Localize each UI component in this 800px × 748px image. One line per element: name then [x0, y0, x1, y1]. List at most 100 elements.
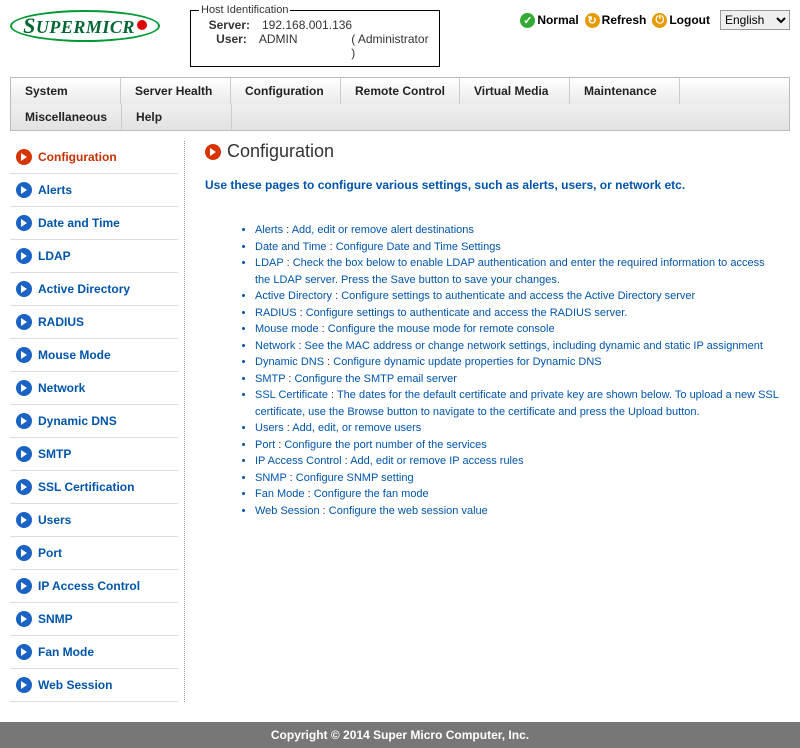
desc-item-key[interactable]: IP Access Control [255, 455, 342, 467]
sidebar-item-label: Configuration [38, 150, 117, 164]
sidebar: Configuration Alerts Date and Time LDAP Acti… [10, 141, 185, 702]
arrow-right-icon [16, 677, 32, 693]
desc-item: IP Access Control : Add, edit or remove … [255, 453, 780, 470]
user-value: ADMIN [251, 32, 345, 60]
sidebar-item-label: RADIUS [38, 315, 84, 329]
logout-link[interactable]: Logout [669, 13, 710, 27]
desc-item-key[interactable]: Alerts [255, 224, 283, 236]
menu-item-remote-control[interactable]: Remote Control [341, 78, 460, 104]
arrow-right-icon [205, 144, 221, 160]
arrow-right-icon [16, 248, 32, 264]
arrow-right-icon [16, 644, 32, 660]
sidebar-item-users[interactable]: Users [10, 504, 178, 537]
desc-item-text: Configure the SMTP email server [295, 373, 457, 385]
desc-item-text: Configure the fan mode [314, 488, 429, 500]
menu-row-2: MiscellaneousHelp [11, 104, 789, 130]
desc-item-text: Configure the mouse mode for remote cons… [328, 323, 555, 335]
desc-item-text: The dates for the default certificate an… [255, 389, 778, 418]
sidebar-item-label: Web Session [38, 678, 112, 692]
desc-item-key[interactable]: Web Session [255, 505, 320, 517]
desc-item-key[interactable]: Dynamic DNS [255, 356, 324, 368]
sidebar-item-ssl-certification[interactable]: SSL Certification [10, 471, 178, 504]
desc-item-key[interactable]: Fan Mode [255, 488, 305, 500]
desc-item: Port : Configure the port number of the … [255, 437, 780, 454]
sidebar-item-label: SMTP [38, 447, 71, 461]
server-value: 192.168.001.136 [254, 18, 354, 32]
desc-item-key[interactable]: Mouse mode [255, 323, 319, 335]
page-title-text: Configuration [227, 141, 334, 162]
arrow-right-icon [16, 479, 32, 495]
desc-item-key[interactable]: RADIUS [255, 307, 297, 319]
sidebar-item-label: Active Directory [38, 282, 130, 296]
desc-item-key[interactable]: Port [255, 439, 275, 451]
sidebar-item-smtp[interactable]: SMTP [10, 438, 178, 471]
sidebar-item-alerts[interactable]: Alerts [10, 174, 178, 207]
desc-item: Date and Time : Configure Date and Time … [255, 239, 780, 256]
desc-item: Alerts : Add, edit or remove alert desti… [255, 222, 780, 239]
menu-item-virtual-media[interactable]: Virtual Media [460, 78, 570, 104]
arrow-right-icon [16, 512, 32, 528]
desc-item: Users : Add, edit, or remove users [255, 420, 780, 437]
sidebar-item-snmp[interactable]: SNMP [10, 603, 178, 636]
sidebar-item-label: Date and Time [38, 216, 120, 230]
desc-item-key[interactable]: SMTP [255, 373, 285, 385]
arrow-right-icon [16, 182, 32, 198]
sidebar-item-date-and-time[interactable]: Date and Time [10, 207, 178, 240]
desc-item-key[interactable]: Active Directory [255, 290, 332, 302]
desc-item: SNMP : Configure SNMP setting [255, 470, 780, 487]
host-id-legend: Host Identification [199, 4, 290, 16]
desc-item-key[interactable]: LDAP [255, 257, 284, 269]
arrow-right-icon [16, 380, 32, 396]
sidebar-item-web-session[interactable]: Web Session [10, 669, 178, 702]
desc-item-key[interactable]: Network [255, 340, 295, 352]
sidebar-item-radius[interactable]: RADIUS [10, 306, 178, 339]
page-title: Configuration [205, 141, 780, 162]
desc-item-text: Configure SNMP setting [296, 472, 414, 484]
desc-item-text: Add, edit, or remove users [292, 422, 421, 434]
logo-dot-icon [137, 20, 147, 30]
sidebar-item-dynamic-dns[interactable]: Dynamic DNS [10, 405, 178, 438]
desc-item-key[interactable]: Date and Time [255, 241, 327, 253]
sidebar-item-mouse-mode[interactable]: Mouse Mode [10, 339, 178, 372]
sidebar-item-label: Mouse Mode [38, 348, 111, 362]
menu-item-help[interactable]: Help [122, 104, 232, 130]
desc-item: SMTP : Configure the SMTP email server [255, 371, 780, 388]
desc-item-key[interactable]: Users [255, 422, 284, 434]
sidebar-item-port[interactable]: Port [10, 537, 178, 570]
menu-item-miscellaneous[interactable]: Miscellaneous [11, 104, 122, 130]
menu-item-server-health[interactable]: Server Health [121, 78, 231, 104]
arrow-right-icon [16, 314, 32, 330]
desc-item-key[interactable]: SSL Certificate [255, 389, 328, 401]
arrow-right-icon [16, 281, 32, 297]
sidebar-item-label: Network [38, 381, 85, 395]
sidebar-item-label: SNMP [38, 612, 73, 626]
refresh-link[interactable]: Refresh [602, 13, 647, 27]
sidebar-item-fan-mode[interactable]: Fan Mode [10, 636, 178, 669]
menu-item-system[interactable]: System [11, 78, 121, 104]
arrow-right-icon [16, 149, 32, 165]
desc-item-key[interactable]: SNMP [255, 472, 287, 484]
sidebar-item-network[interactable]: Network [10, 372, 178, 405]
desc-item: Network : See the MAC address or change … [255, 338, 780, 355]
desc-item-text: Configure the port number of the service… [284, 439, 486, 451]
desc-item: Mouse mode : Configure the mouse mode fo… [255, 321, 780, 338]
sidebar-item-label: SSL Certification [38, 480, 134, 494]
desc-item: Dynamic DNS : Configure dynamic update p… [255, 354, 780, 371]
desc-item-text: Configure dynamic update properties for … [333, 356, 601, 368]
sidebar-item-ip-access-control[interactable]: IP Access Control [10, 570, 178, 603]
status-normal-link[interactable]: Normal [537, 13, 578, 27]
sidebar-item-active-directory[interactable]: Active Directory [10, 273, 178, 306]
desc-item-text: Configure the web session value [329, 505, 488, 517]
sidebar-item-ldap[interactable]: LDAP [10, 240, 178, 273]
desc-item-text: Configure settings to authenticate and a… [341, 290, 695, 302]
desc-item-text: See the MAC address or change network se… [305, 340, 763, 352]
configuration-description-list: Alerts : Add, edit or remove alert desti… [255, 222, 780, 519]
language-select[interactable]: English [720, 10, 790, 30]
arrow-right-icon [16, 413, 32, 429]
sidebar-item-label: Alerts [38, 183, 72, 197]
menu-item-maintenance[interactable]: Maintenance [570, 78, 680, 104]
sidebar-item-configuration[interactable]: Configuration [10, 141, 178, 174]
desc-item-text: Configure Date and Time Settings [336, 241, 501, 253]
menu-item-configuration[interactable]: Configuration [231, 78, 341, 104]
logo: SUPERMICR [10, 4, 180, 42]
